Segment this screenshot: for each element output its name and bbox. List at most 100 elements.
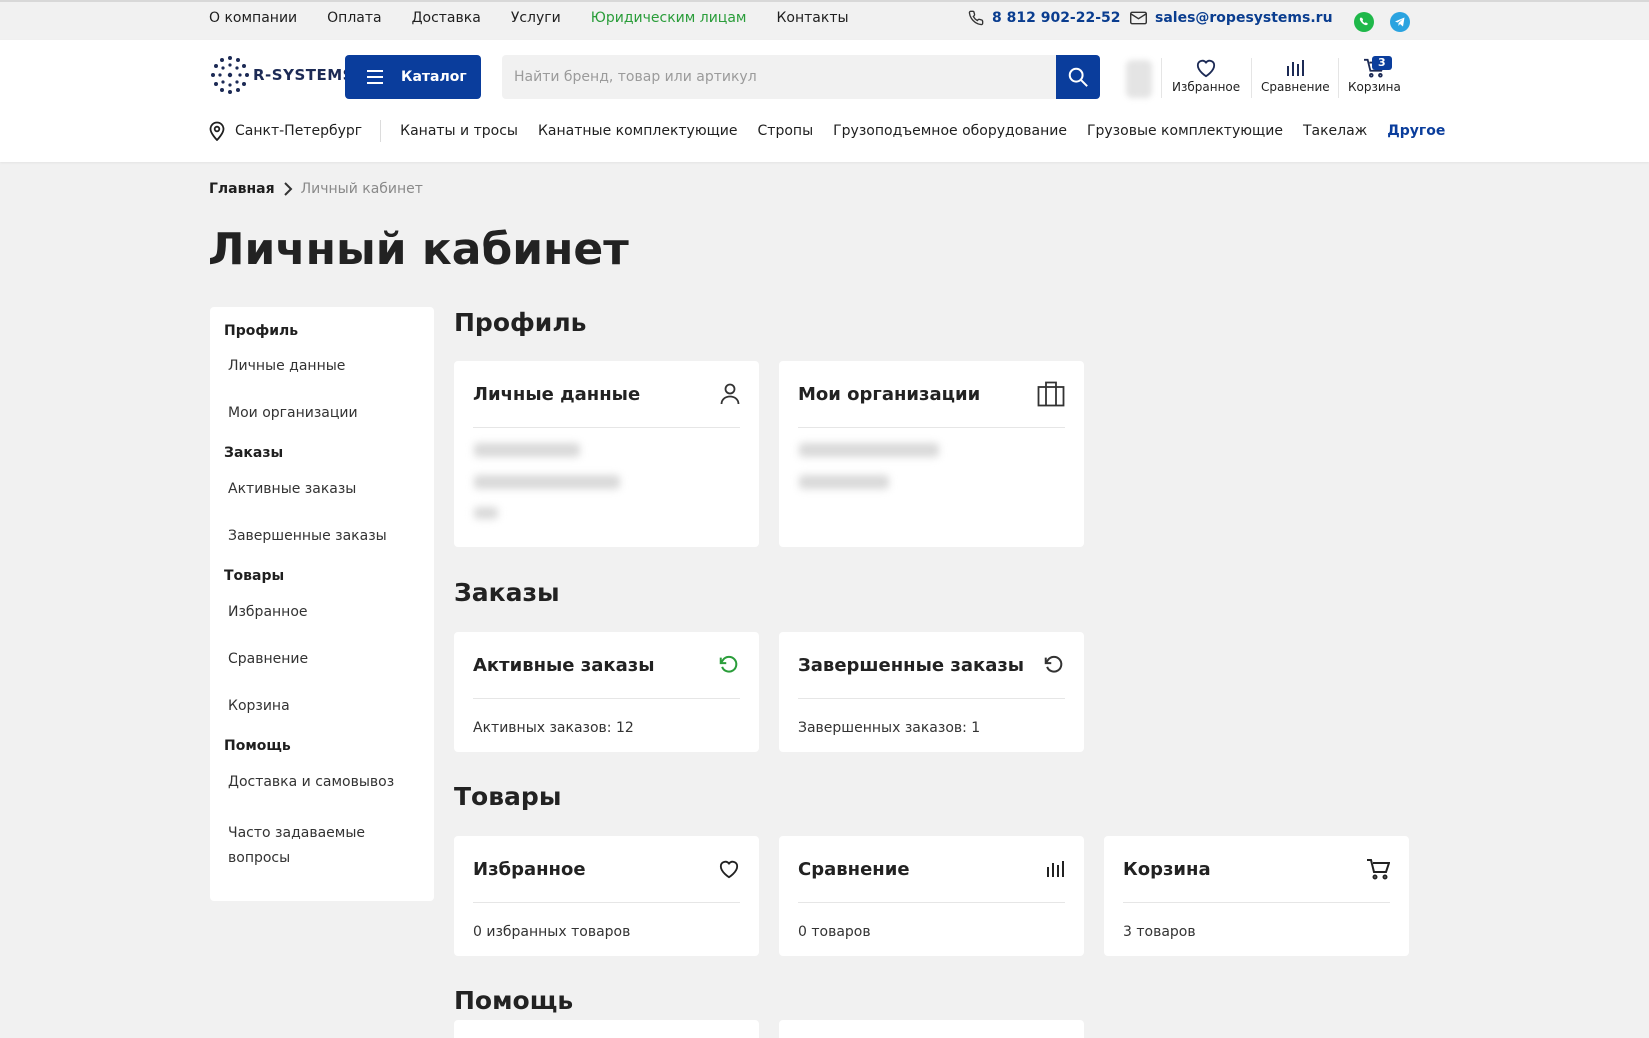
header-divider bbox=[1251, 58, 1252, 98]
header: R-SYSTEMS Каталог Избранное Сравнение 3 … bbox=[0, 40, 1649, 162]
card-favorites[interactable]: Избранное 0 избранных товаров bbox=[454, 836, 759, 956]
nav-item-rigging[interactable]: Такелаж bbox=[1303, 123, 1367, 139]
breadcrumb: Главная Личный кабинет bbox=[209, 181, 423, 197]
sidebar-item-favorites[interactable]: Избранное bbox=[224, 604, 308, 620]
sidebar-group-help[interactable]: Помощь bbox=[224, 738, 291, 754]
catalog-button-label: Каталог bbox=[401, 69, 467, 85]
section-title-orders: Заказы bbox=[454, 578, 560, 607]
redacted-org-inn bbox=[799, 475, 889, 489]
sidebar-group-profile[interactable]: Профиль bbox=[224, 323, 298, 339]
redacted-phone bbox=[474, 507, 498, 519]
card-completed-orders[interactable]: Завершенные заказы Завершенных заказов: … bbox=[779, 632, 1084, 752]
search-button[interactable] bbox=[1056, 55, 1100, 99]
card-title: Мои организации bbox=[798, 383, 981, 405]
card-organizations[interactable]: Мои организации bbox=[779, 361, 1084, 547]
logo[interactable]: R-SYSTEMS bbox=[209, 54, 354, 96]
nav-item-lifting-equipment[interactable]: Грузоподъемное оборудование bbox=[833, 123, 1067, 139]
heart-icon bbox=[719, 860, 739, 879]
sidebar-item-completed-orders[interactable]: Завершенные заказы bbox=[224, 528, 387, 544]
nav-item-ropes[interactable]: Канаты и тросы bbox=[400, 123, 518, 139]
card-text: 0 товаров bbox=[798, 924, 871, 940]
category-nav: Санкт-Петербург Канаты и тросы Канатные … bbox=[209, 120, 1445, 142]
top-link-about[interactable]: О компании bbox=[209, 10, 297, 26]
header-divider bbox=[1161, 58, 1162, 98]
sidebar-item-delivery[interactable]: Доставка и самовывоз bbox=[224, 774, 394, 790]
city-selector[interactable]: Санкт-Петербург bbox=[209, 120, 382, 142]
header-favorites-label: Избранное bbox=[1172, 80, 1241, 94]
nav-item-rope-fittings[interactable]: Канатные комплектующие bbox=[538, 123, 738, 139]
search-box bbox=[502, 55, 1100, 99]
whatsapp-icon[interactable] bbox=[1354, 12, 1374, 32]
top-link-delivery[interactable]: Доставка bbox=[412, 10, 481, 26]
redacted-name bbox=[474, 443, 580, 457]
card-header: Сравнение bbox=[798, 836, 1065, 903]
card-header: Корзина bbox=[1123, 836, 1390, 903]
search-input[interactable] bbox=[502, 55, 1056, 99]
sidebar-item-cart[interactable]: Корзина bbox=[224, 698, 290, 714]
redacted-org-name bbox=[799, 443, 939, 457]
compare-icon bbox=[1287, 60, 1305, 76]
email-link[interactable]: sales@ropesystems.ru bbox=[1130, 10, 1333, 26]
section-title-help: Помощь bbox=[454, 986, 574, 1015]
breadcrumb-home[interactable]: Главная bbox=[209, 181, 275, 197]
card-faq[interactable] bbox=[779, 1020, 1084, 1038]
sidebar-group-orders[interactable]: Заказы bbox=[224, 445, 283, 461]
cart-icon bbox=[1367, 859, 1390, 880]
heart-icon bbox=[1196, 59, 1216, 78]
card-text: 3 товаров bbox=[1123, 924, 1196, 940]
top-link-services[interactable]: Услуги bbox=[511, 10, 561, 26]
logo-dots-icon bbox=[211, 56, 249, 94]
top-link-payment[interactable]: Оплата bbox=[327, 10, 381, 26]
sidebar-item-active-orders[interactable]: Активные заказы bbox=[224, 481, 356, 497]
location-pin-icon bbox=[209, 121, 225, 141]
search-icon bbox=[1068, 67, 1088, 87]
compare-icon bbox=[1047, 861, 1064, 877]
card-title: Сравнение bbox=[798, 858, 910, 880]
top-links: О компании Оплата Доставка Услуги Юридич… bbox=[209, 10, 879, 26]
chevron-right-icon bbox=[283, 182, 293, 196]
header-cart-button[interactable]: 3 Корзина bbox=[1348, 56, 1401, 94]
header-favorites-button[interactable]: Избранное bbox=[1172, 58, 1240, 94]
card-text: Активных заказов: 12 bbox=[473, 720, 634, 736]
section-title-profile: Профиль bbox=[454, 308, 587, 337]
card-header: Завершенные заказы bbox=[798, 632, 1065, 699]
nav-item-other[interactable]: Другое bbox=[1387, 123, 1445, 139]
sidebar-item-organizations[interactable]: Мои организации bbox=[224, 405, 358, 421]
logo-text: R-SYSTEMS bbox=[253, 66, 354, 84]
phone-icon bbox=[968, 10, 984, 26]
nav-item-slings[interactable]: Стропы bbox=[758, 123, 814, 139]
card-compare[interactable]: Сравнение 0 товаров bbox=[779, 836, 1084, 956]
sidebar: Профиль Личные данные Мои организации За… bbox=[210, 307, 434, 901]
menu-icon bbox=[367, 68, 383, 86]
card-cart[interactable]: Корзина 3 товаров bbox=[1104, 836, 1409, 956]
user-avatar[interactable] bbox=[1126, 60, 1152, 98]
mail-icon bbox=[1130, 11, 1147, 25]
telegram-icon[interactable] bbox=[1390, 12, 1410, 32]
header-compare-button[interactable]: Сравнение bbox=[1261, 58, 1330, 94]
top-link-contacts[interactable]: Контакты bbox=[776, 10, 848, 26]
cart-count-badge: 3 bbox=[1372, 56, 1392, 70]
header-divider bbox=[1338, 58, 1339, 98]
top-link-legal-entities[interactable]: Юридическим лицам bbox=[591, 10, 747, 26]
sidebar-item-faq[interactable]: Часто задаваемые вопросы bbox=[224, 821, 374, 871]
card-active-orders[interactable]: Активные заказы Активных заказов: 12 bbox=[454, 632, 759, 752]
city-name: Санкт-Петербург bbox=[235, 123, 363, 139]
email-address: sales@ropesystems.ru bbox=[1155, 10, 1333, 26]
sidebar-item-personal-data[interactable]: Личные данные bbox=[224, 358, 345, 374]
sidebar-item-compare[interactable]: Сравнение bbox=[224, 651, 308, 667]
history-icon bbox=[1044, 655, 1063, 673]
briefcase-icon bbox=[1037, 381, 1065, 407]
card-title: Личные данные bbox=[473, 383, 641, 405]
redacted-email bbox=[474, 475, 620, 489]
card-personal-data[interactable]: Личные данные bbox=[454, 361, 759, 547]
catalog-button[interactable]: Каталог bbox=[345, 55, 481, 99]
nav-item-cargo-fittings[interactable]: Грузовые комплектующие bbox=[1087, 123, 1283, 139]
page-title: Личный кабинет bbox=[208, 224, 629, 275]
phone-link[interactable]: 8 812 902-22-52 bbox=[968, 10, 1121, 26]
card-title: Активные заказы bbox=[473, 654, 655, 676]
card-delivery[interactable] bbox=[454, 1020, 759, 1038]
card-text: Завершенных заказов: 1 bbox=[798, 720, 981, 736]
sidebar-group-goods[interactable]: Товары bbox=[224, 568, 284, 584]
card-title: Избранное bbox=[473, 858, 586, 880]
card-header: Личные данные bbox=[473, 361, 740, 428]
